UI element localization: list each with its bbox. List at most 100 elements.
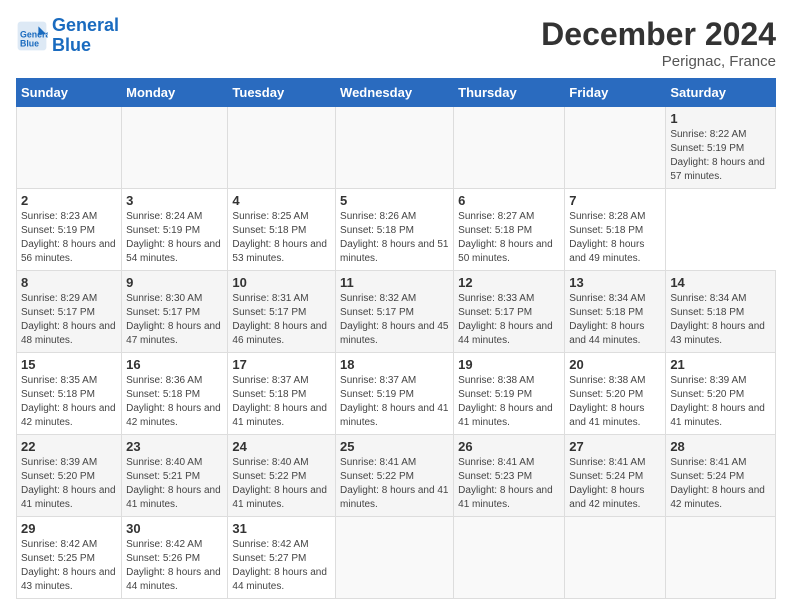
day-detail: Sunrise: 8:42 AM Sunset: 5:26 PM Dayligh… [126, 538, 223, 594]
day-cell-2: 2 Sunrise: 8:23 AM Sunset: 5:19 PM Dayli… [17, 189, 122, 271]
day-detail: Sunrise: 8:33 AM Sunset: 5:17 PM Dayligh… [458, 292, 560, 348]
day-number: 6 [458, 193, 560, 208]
day-cell-3: 3 Sunrise: 8:24 AM Sunset: 5:19 PM Dayli… [122, 189, 228, 271]
empty-cell [228, 107, 336, 189]
calendar-week-4: 15 Sunrise: 8:35 AM Sunset: 5:18 PM Dayl… [17, 353, 776, 435]
day-cell-6: 6 Sunrise: 8:27 AM Sunset: 5:18 PM Dayli… [454, 189, 565, 271]
day-number: 16 [126, 357, 223, 372]
day-detail: Sunrise: 8:30 AM Sunset: 5:17 PM Dayligh… [126, 292, 223, 348]
empty-cell [336, 517, 454, 599]
title-area: December 2024 Perignac, France [541, 16, 776, 70]
day-cell-24: 24 Sunrise: 8:40 AM Sunset: 5:22 PM Dayl… [228, 435, 336, 517]
day-detail: Sunrise: 8:34 AM Sunset: 5:18 PM Dayligh… [569, 292, 661, 348]
header-sunday: Sunday [17, 79, 122, 107]
header-friday: Friday [565, 79, 666, 107]
day-number: 24 [232, 439, 331, 454]
empty-cell [565, 107, 666, 189]
day-cell-29: 29 Sunrise: 8:42 AM Sunset: 5:25 PM Dayl… [17, 517, 122, 599]
day-detail: Sunrise: 8:22 AM Sunset: 5:19 PM Dayligh… [670, 128, 771, 184]
day-detail: Sunrise: 8:39 AM Sunset: 5:20 PM Dayligh… [670, 374, 771, 430]
day-number: 15 [21, 357, 117, 372]
day-cell-28: 28 Sunrise: 8:41 AM Sunset: 5:24 PM Dayl… [666, 435, 776, 517]
day-cell-23: 23 Sunrise: 8:40 AM Sunset: 5:21 PM Dayl… [122, 435, 228, 517]
day-detail: Sunrise: 8:42 AM Sunset: 5:25 PM Dayligh… [21, 538, 117, 594]
day-cell-22: 22 Sunrise: 8:39 AM Sunset: 5:20 PM Dayl… [17, 435, 122, 517]
empty-cell [17, 107, 122, 189]
logo-text: General Blue [52, 16, 119, 56]
day-number: 25 [340, 439, 449, 454]
day-cell-8: 8 Sunrise: 8:29 AM Sunset: 5:17 PM Dayli… [17, 271, 122, 353]
calendar-header-row: SundayMondayTuesdayWednesdayThursdayFrid… [17, 79, 776, 107]
day-detail: Sunrise: 8:38 AM Sunset: 5:20 PM Dayligh… [569, 374, 661, 430]
day-number: 23 [126, 439, 223, 454]
day-number: 10 [232, 275, 331, 290]
day-cell-7: 7 Sunrise: 8:28 AM Sunset: 5:18 PM Dayli… [565, 189, 666, 271]
logo: General Blue General Blue [16, 16, 119, 56]
day-number: 3 [126, 193, 223, 208]
day-number: 29 [21, 521, 117, 536]
page-subtitle: Perignac, France [541, 53, 776, 70]
day-detail: Sunrise: 8:40 AM Sunset: 5:21 PM Dayligh… [126, 456, 223, 512]
day-detail: Sunrise: 8:41 AM Sunset: 5:24 PM Dayligh… [670, 456, 771, 512]
logo-line1: General [52, 15, 119, 35]
day-detail: Sunrise: 8:41 AM Sunset: 5:22 PM Dayligh… [340, 456, 449, 512]
header-wednesday: Wednesday [336, 79, 454, 107]
day-detail: Sunrise: 8:42 AM Sunset: 5:27 PM Dayligh… [232, 538, 331, 594]
day-number: 30 [126, 521, 223, 536]
logo-icon: General Blue [16, 20, 48, 52]
day-cell-12: 12 Sunrise: 8:33 AM Sunset: 5:17 PM Dayl… [454, 271, 565, 353]
day-detail: Sunrise: 8:25 AM Sunset: 5:18 PM Dayligh… [232, 210, 331, 266]
day-number: 4 [232, 193, 331, 208]
empty-cell [454, 517, 565, 599]
day-cell-16: 16 Sunrise: 8:36 AM Sunset: 5:18 PM Dayl… [122, 353, 228, 435]
calendar-table: SundayMondayTuesdayWednesdayThursdayFrid… [16, 78, 776, 599]
day-detail: Sunrise: 8:23 AM Sunset: 5:19 PM Dayligh… [21, 210, 117, 266]
svg-text:Blue: Blue [20, 38, 39, 48]
day-detail: Sunrise: 8:35 AM Sunset: 5:18 PM Dayligh… [21, 374, 117, 430]
day-number: 26 [458, 439, 560, 454]
day-detail: Sunrise: 8:32 AM Sunset: 5:17 PM Dayligh… [340, 292, 449, 348]
day-number: 31 [232, 521, 331, 536]
header-thursday: Thursday [454, 79, 565, 107]
day-number: 21 [670, 357, 771, 372]
calendar-week-1: 1 Sunrise: 8:22 AM Sunset: 5:19 PM Dayli… [17, 107, 776, 189]
day-cell-5: 5 Sunrise: 8:26 AM Sunset: 5:18 PM Dayli… [336, 189, 454, 271]
day-cell-1: 1 Sunrise: 8:22 AM Sunset: 5:19 PM Dayli… [666, 107, 776, 189]
page-title: December 2024 [541, 16, 776, 53]
day-number: 17 [232, 357, 331, 372]
day-detail: Sunrise: 8:41 AM Sunset: 5:24 PM Dayligh… [569, 456, 661, 512]
day-cell-31: 31 Sunrise: 8:42 AM Sunset: 5:27 PM Dayl… [228, 517, 336, 599]
day-number: 2 [21, 193, 117, 208]
day-number: 28 [670, 439, 771, 454]
logo-line2: Blue [52, 35, 91, 55]
day-cell-25: 25 Sunrise: 8:41 AM Sunset: 5:22 PM Dayl… [336, 435, 454, 517]
day-cell-15: 15 Sunrise: 8:35 AM Sunset: 5:18 PM Dayl… [17, 353, 122, 435]
day-detail: Sunrise: 8:39 AM Sunset: 5:20 PM Dayligh… [21, 456, 117, 512]
day-number: 14 [670, 275, 771, 290]
day-number: 12 [458, 275, 560, 290]
day-number: 1 [670, 111, 771, 126]
header-monday: Monday [122, 79, 228, 107]
empty-cell [666, 517, 776, 599]
day-detail: Sunrise: 8:40 AM Sunset: 5:22 PM Dayligh… [232, 456, 331, 512]
day-detail: Sunrise: 8:24 AM Sunset: 5:19 PM Dayligh… [126, 210, 223, 266]
day-number: 27 [569, 439, 661, 454]
empty-cell [336, 107, 454, 189]
calendar-week-6: 29 Sunrise: 8:42 AM Sunset: 5:25 PM Dayl… [17, 517, 776, 599]
day-number: 8 [21, 275, 117, 290]
day-detail: Sunrise: 8:38 AM Sunset: 5:19 PM Dayligh… [458, 374, 560, 430]
calendar-week-5: 22 Sunrise: 8:39 AM Sunset: 5:20 PM Dayl… [17, 435, 776, 517]
day-detail: Sunrise: 8:26 AM Sunset: 5:18 PM Dayligh… [340, 210, 449, 266]
day-number: 11 [340, 275, 449, 290]
day-number: 5 [340, 193, 449, 208]
calendar-week-2: 2 Sunrise: 8:23 AM Sunset: 5:19 PM Dayli… [17, 189, 776, 271]
calendar-week-3: 8 Sunrise: 8:29 AM Sunset: 5:17 PM Dayli… [17, 271, 776, 353]
day-number: 13 [569, 275, 661, 290]
day-number: 7 [569, 193, 661, 208]
day-cell-10: 10 Sunrise: 8:31 AM Sunset: 5:17 PM Dayl… [228, 271, 336, 353]
day-number: 18 [340, 357, 449, 372]
day-cell-30: 30 Sunrise: 8:42 AM Sunset: 5:26 PM Dayl… [122, 517, 228, 599]
empty-cell [122, 107, 228, 189]
header-tuesday: Tuesday [228, 79, 336, 107]
day-cell-13: 13 Sunrise: 8:34 AM Sunset: 5:18 PM Dayl… [565, 271, 666, 353]
